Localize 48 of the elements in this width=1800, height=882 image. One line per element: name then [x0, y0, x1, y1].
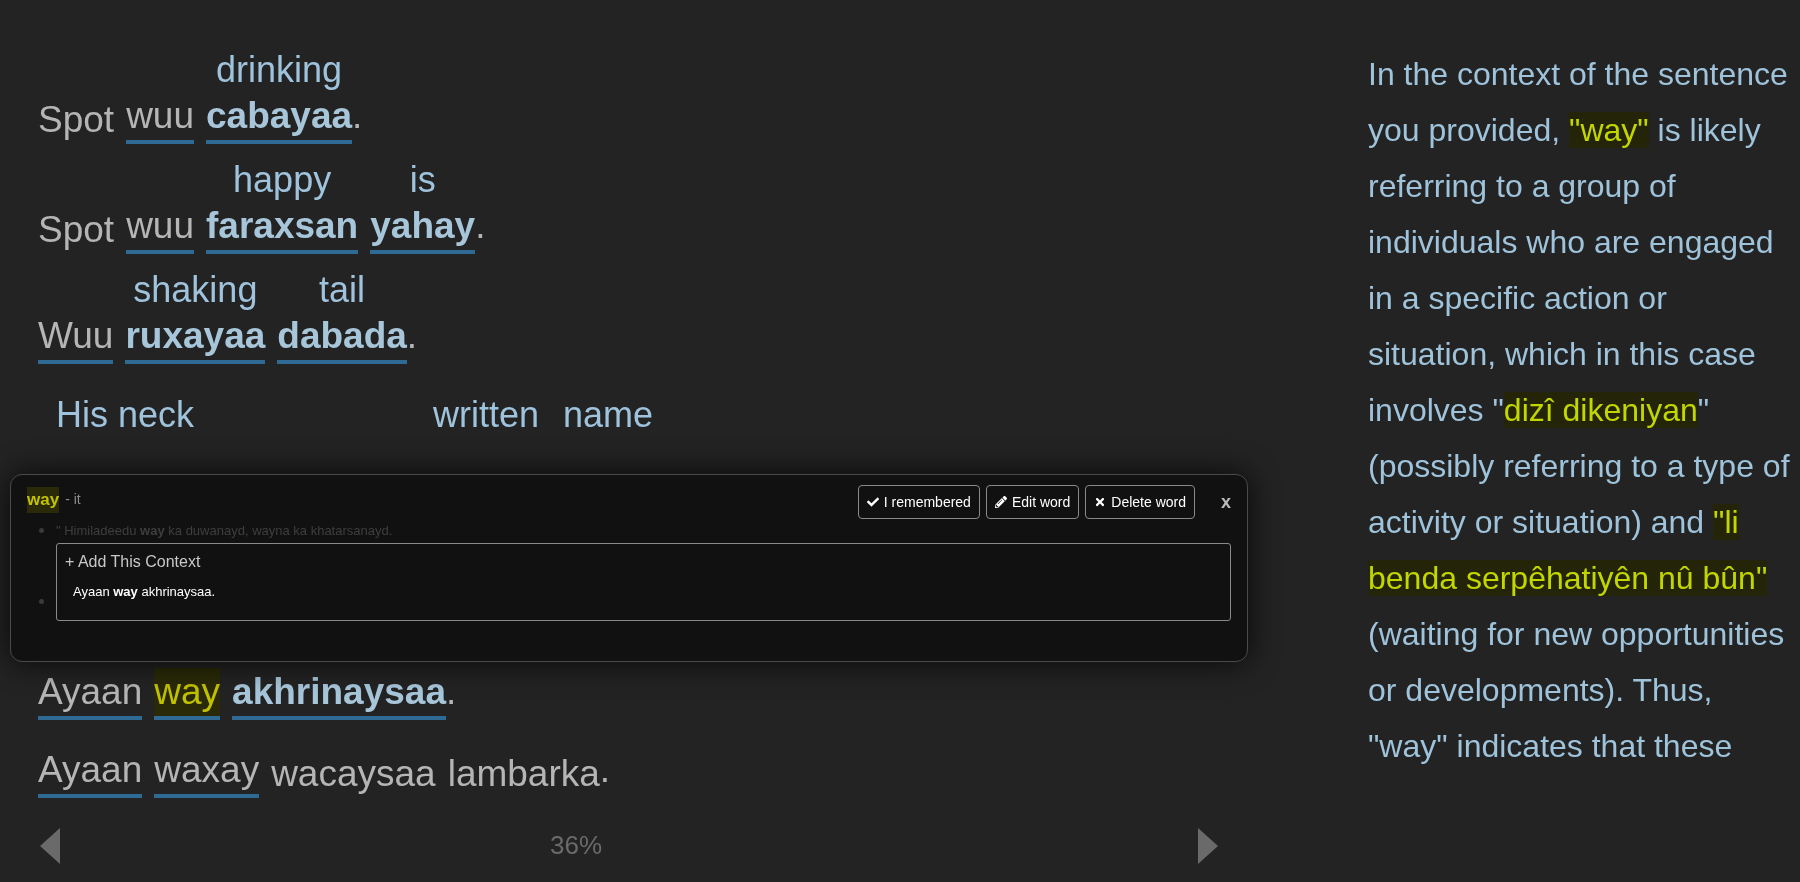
close-icon [1094, 496, 1107, 508]
word-gloss: happy [233, 158, 332, 202]
sentence-word[interactable]: ruxayaa [125, 312, 266, 364]
sentence-period: . [406, 314, 418, 358]
sentence-word[interactable]: lambarka [447, 750, 600, 798]
word-meaning: - it [65, 490, 81, 510]
sentence-period: . [475, 204, 486, 248]
sentence-word[interactable]: way [154, 668, 221, 720]
sentence-word[interactable]: yahay [370, 202, 476, 254]
word-gloss: His neck [56, 393, 196, 437]
word-gloss: is [409, 158, 436, 202]
sentence-word[interactable]: faraxsan [206, 202, 359, 254]
sentence-word[interactable]: cabayaa [206, 92, 353, 144]
word-gloss: tail [319, 268, 366, 312]
explanation-text: In the context of the sentence you provided, "way" is likely referring to a group of individuals who are engaged in a specific action or situation, which in this case involves "dizî dikeniyan" (possibly referring to a type of activity or situation) and "li benda serpêhatiyên nû bûn" (waiting for new opportunities or developments). Thus, "way" indicates that these [1368, 55, 1791, 766]
word-gloss: name [563, 393, 654, 437]
progress-percent: 36% [549, 829, 602, 862]
add-context-title[interactable]: + Add This Context [65, 549, 1222, 574]
bullet-icon [39, 528, 44, 534]
pencil-icon [994, 496, 1007, 508]
bullet-icon [39, 599, 44, 604]
sentence-word[interactable]: Ayaan [38, 668, 143, 720]
left-triangle-icon [40, 827, 60, 864]
sentence-period: . [446, 670, 457, 714]
popup-action-button[interactable]: Edit word [985, 485, 1080, 519]
sentence-word[interactable]: Spot [38, 206, 115, 254]
close-button[interactable]: x [1221, 488, 1231, 516]
sentence-word[interactable]: Spot [38, 96, 115, 144]
word-gloss: drinking [216, 48, 343, 92]
sentence-word[interactable]: Wuu [38, 312, 114, 364]
right-triangle-icon [1198, 827, 1218, 864]
sentence-word[interactable]: wacaysaa [271, 750, 436, 798]
context-sentence: Ayaan way akhrinaysaa. [72, 582, 217, 601]
sentence-word[interactable]: wuu [126, 92, 194, 144]
popup-word: way [27, 487, 60, 513]
sentence-word[interactable]: dabada [277, 312, 407, 364]
sentence-period: . [599, 748, 611, 792]
sentence-word[interactable]: akhrinaysaa [232, 668, 446, 720]
add-context-box[interactable]: + Add This Context Ayaan way akhrinaysaa. [56, 542, 1231, 621]
sentence-word[interactable]: Ayaan [38, 746, 143, 798]
sentence-word[interactable]: waxay [154, 746, 260, 798]
word-gloss: written [433, 393, 540, 437]
word-gloss: shaking [133, 268, 258, 312]
sentence-word[interactable]: wuu [126, 202, 194, 254]
popup-action-button[interactable]: Delete word [1085, 485, 1195, 519]
sentence-period: . [352, 94, 363, 138]
check-icon [866, 496, 879, 508]
popup-action-button[interactable]: I remembered [857, 485, 980, 519]
